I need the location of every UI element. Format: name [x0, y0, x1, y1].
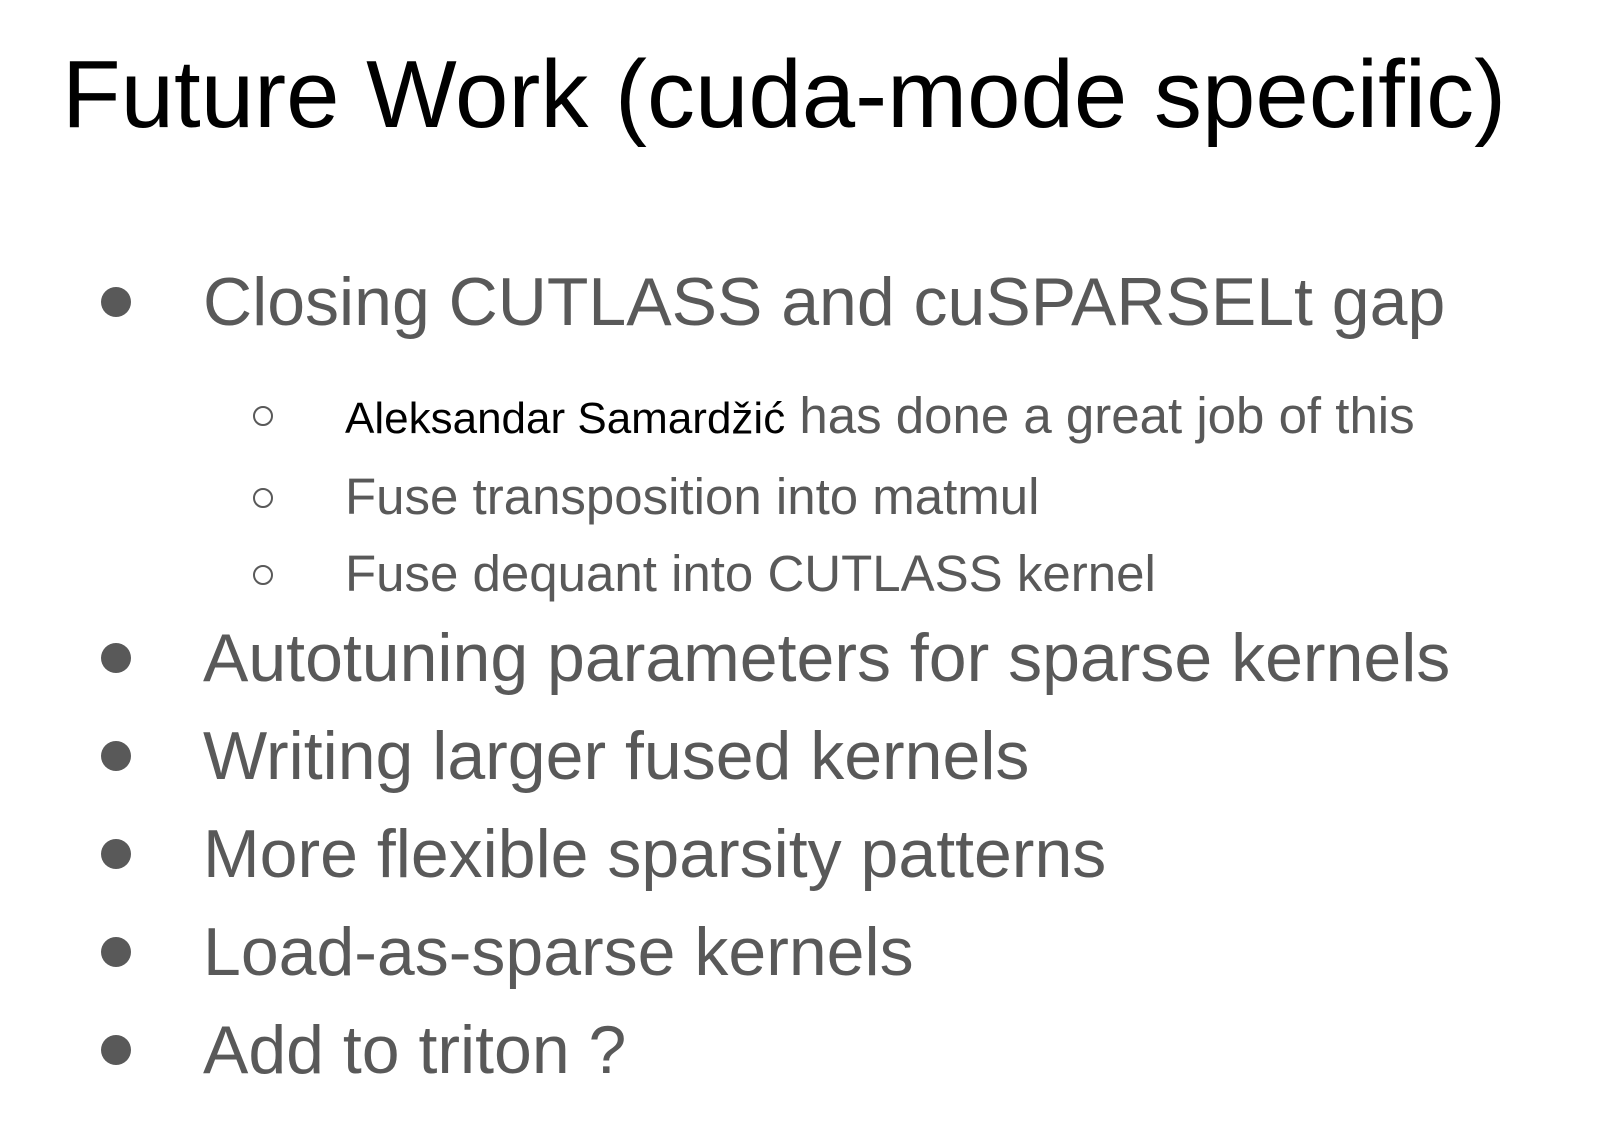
slide: Future Work (cuda-mode specific) Closing… — [0, 0, 1618, 1146]
bullet-closing-gap: Closing CUTLASS and cuSPARSELt gap — [203, 264, 1446, 340]
bullet-load-as-sparse: Load-as-sparse kernels — [203, 914, 914, 990]
bullet-autotuning: Autotuning parameters for sparse kernels — [203, 620, 1451, 696]
sub-bullet-circle-icon — [253, 406, 273, 426]
sub-bullet-circle-icon — [253, 565, 273, 585]
slide-title: Future Work (cuda-mode specific) — [62, 41, 1507, 148]
bullet-dot-icon — [101, 643, 131, 673]
bullet-dot-icon — [101, 287, 131, 317]
sub-bullet-fuse-transposition: Fuse transposition into matmul — [345, 468, 1040, 525]
sub-bullet-fuse-dequant: Fuse dequant into CUTLASS kernel — [345, 545, 1156, 602]
bullet-dot-icon — [101, 741, 131, 771]
bullet-dot-icon — [101, 937, 131, 967]
bullet-dot-icon — [101, 839, 131, 869]
sub-bullet-samardzic: Aleksandar Samardžić has done a great jo… — [345, 386, 1415, 449]
bullet-add-to-triton: Add to triton ? — [203, 1012, 627, 1088]
bullet-sparsity-patterns: More flexible sparsity patterns — [203, 816, 1107, 892]
person-name: Aleksandar Samardžić — [345, 394, 786, 443]
sub-bullet-circle-icon — [253, 488, 273, 508]
sub-bullet-samardzic-text: has done a great job of this — [785, 387, 1415, 444]
bullet-fused-kernels: Writing larger fused kernels — [203, 718, 1030, 794]
bullet-dot-icon — [101, 1035, 131, 1065]
